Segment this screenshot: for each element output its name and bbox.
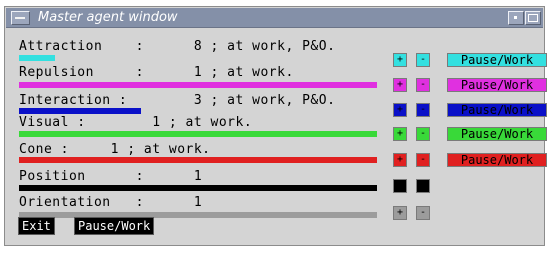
position-minus-button[interactable]: - [416, 179, 430, 193]
position-plus-button[interactable]: + [393, 179, 407, 193]
orientation-minus-button[interactable]: - [416, 206, 430, 220]
cone-pause-work-button[interactable]: Pause/Work [447, 153, 547, 167]
master-agent-window: Master agent window Attraction : 8 ; at … [4, 6, 547, 246]
row-cone-label: Cone : 1 ; at work. [19, 142, 211, 157]
attraction-minus-button[interactable]: - [416, 53, 430, 67]
minimize-icon[interactable] [508, 11, 524, 25]
cone-plus-button[interactable]: + [393, 153, 407, 167]
row-position-bar [19, 185, 377, 191]
repulsion-plus-button[interactable]: + [393, 78, 407, 92]
interaction-pause-work-button[interactable]: Pause/Work [447, 103, 547, 117]
window-title: Master agent window [38, 10, 178, 25]
visual-minus-button[interactable]: - [416, 127, 430, 141]
row-visual-label: Visual : 1 ; at work. [19, 115, 253, 130]
repulsion-pause-work-button[interactable]: Pause/Work [447, 78, 547, 92]
cone-minus-button[interactable]: - [416, 153, 430, 167]
visual-pause-work-button[interactable]: Pause/Work [447, 127, 547, 141]
maximize-icon[interactable] [525, 11, 541, 25]
row-repulsion-label: Repulsion : 1 ; at work. [19, 65, 294, 80]
interaction-minus-button[interactable]: - [416, 103, 430, 117]
visual-plus-button[interactable]: + [393, 127, 407, 141]
attraction-plus-button[interactable]: + [393, 53, 407, 67]
global-pause-work-button[interactable]: Pause/Work [74, 217, 155, 235]
row-attraction-bar [19, 55, 55, 61]
repulsion-minus-button[interactable]: - [416, 78, 430, 92]
window-menu-icon[interactable] [11, 11, 30, 25]
attraction-pause-work-button[interactable]: Pause/Work [447, 53, 547, 67]
row-orientation-bar [19, 212, 377, 218]
row-repulsion-bar [19, 82, 377, 88]
exit-button[interactable]: Exit [18, 217, 55, 235]
row-cone-bar [19, 157, 377, 163]
row-attraction-label: Attraction : 8 ; at work, P&O. [19, 39, 336, 54]
row-interaction-bar [19, 108, 141, 114]
row-position-label: Position : 1 [19, 169, 203, 184]
row-orientation-label: Orientation : 1 [19, 195, 203, 210]
row-visual-bar [19, 131, 377, 137]
title-bar[interactable]: Master agent window [6, 8, 543, 28]
row-interaction-label: Interaction : 3 ; at work, P&O. [19, 93, 336, 108]
interaction-plus-button[interactable]: + [393, 103, 407, 117]
orientation-plus-button[interactable]: + [393, 206, 407, 220]
